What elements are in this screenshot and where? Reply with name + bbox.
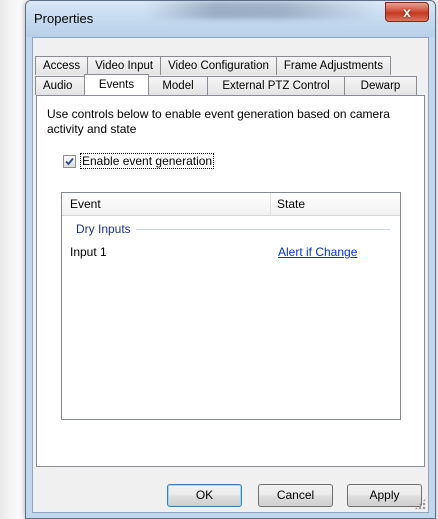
tab-row-back: Access Video Input Video Configuration F… — [35, 56, 391, 75]
column-header-state[interactable]: State — [277, 197, 305, 211]
close-icon: x — [403, 4, 411, 20]
events-list-header: Event State — [62, 193, 400, 216]
tab-video-configuration[interactable]: Video Configuration — [160, 56, 277, 75]
tab-audio[interactable]: Audio — [35, 76, 85, 95]
tab-dewarp[interactable]: Dewarp — [344, 76, 417, 95]
apply-button[interactable]: Apply — [347, 484, 422, 507]
background-strip — [0, 0, 26, 519]
tab-events[interactable]: Events — [84, 74, 149, 95]
checkmark-icon — [65, 157, 74, 165]
ok-button[interactable]: OK — [167, 484, 242, 507]
group-header-label: Dry Inputs — [76, 222, 131, 236]
events-description: Use controls below to enable event gener… — [47, 107, 390, 136]
event-item-state-link[interactable]: Alert if Change — [278, 245, 357, 259]
tab-model[interactable]: Model — [148, 76, 208, 95]
column-separator[interactable] — [270, 193, 271, 216]
enable-event-generation-label[interactable]: Enable event generation — [80, 153, 215, 169]
tab-row-front: Audio Events Model External PTZ Control … — [35, 74, 417, 95]
dialog-title: Properties — [34, 11, 94, 26]
column-header-event[interactable]: Event — [70, 197, 101, 211]
title-bar: Properties x — [26, 1, 435, 37]
tab-access[interactable]: Access — [35, 56, 89, 75]
events-tab-panel: Use controls below to enable event gener… — [36, 95, 425, 467]
tab-external-ptz-control[interactable]: External PTZ Control — [207, 76, 345, 95]
tab-frame-adjustments[interactable]: Frame Adjustments — [275, 56, 391, 75]
event-item-name[interactable]: Input 1 — [70, 245, 107, 259]
enable-event-generation-checkbox[interactable] — [63, 154, 76, 168]
enable-event-generation-row[interactable]: Enable event generation — [63, 153, 215, 169]
properties-dialog: Properties x Access Video Input Video Co… — [25, 0, 436, 519]
dialog-client-area: Access Video Input Video Configuration F… — [32, 37, 429, 513]
group-header-dry-inputs[interactable]: Dry Inputs — [76, 221, 390, 237]
title-bar-blur — [146, 1, 376, 19]
tab-video-input[interactable]: Video Input — [87, 56, 162, 75]
close-button[interactable]: x — [385, 2, 429, 22]
cancel-button[interactable]: Cancel — [258, 484, 333, 507]
group-header-divider — [135, 228, 390, 230]
events-list[interactable]: Event State Dry Inputs Input 1 Alert if … — [61, 192, 401, 420]
